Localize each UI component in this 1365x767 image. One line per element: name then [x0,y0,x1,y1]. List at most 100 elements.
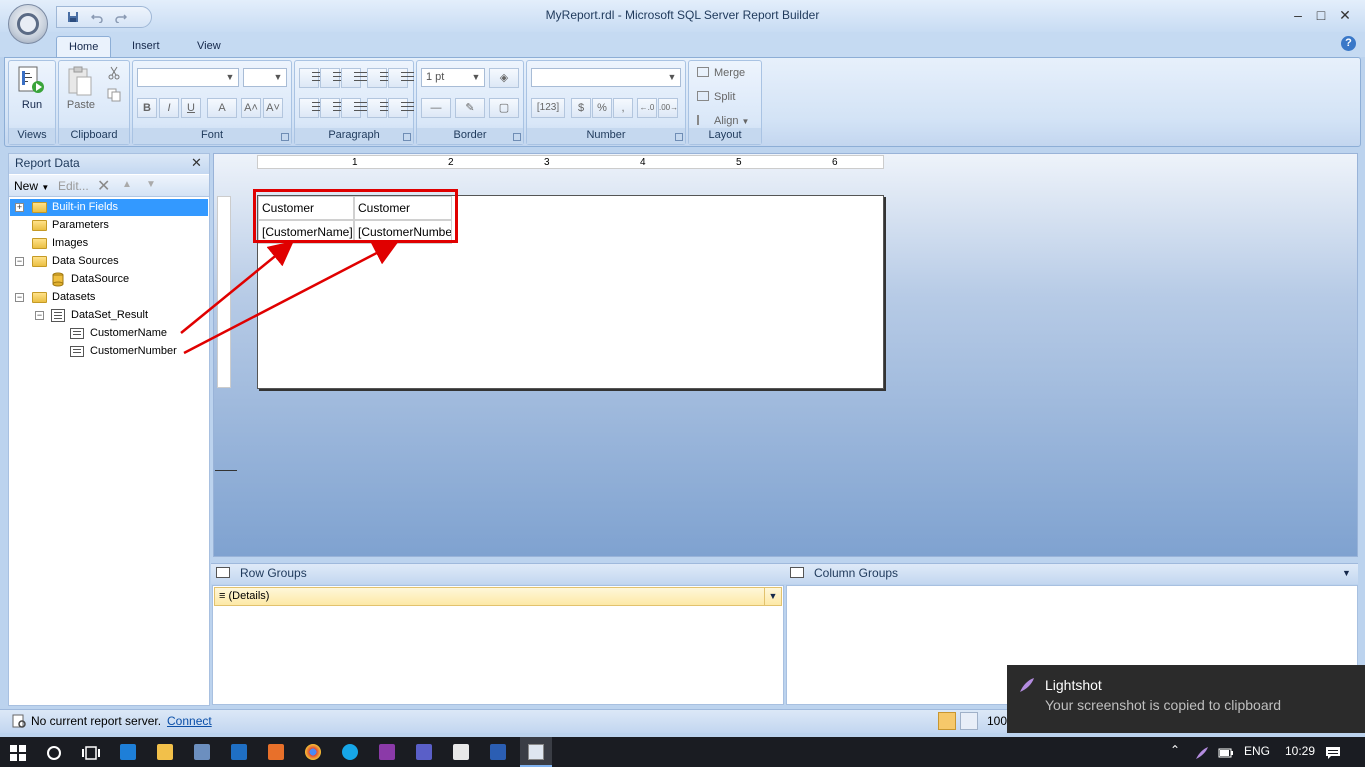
split-button[interactable]: Split [697,91,757,107]
row-groups-icon [216,567,230,578]
language-indicator[interactable]: ENG [1244,744,1270,758]
tree-item-datasource[interactable]: DataSource [10,271,208,288]
dialog-launcher-icon[interactable] [675,133,683,141]
grow-font-button[interactable]: A˄ [241,98,261,118]
clock[interactable]: 10:29 [1285,744,1315,758]
expand-icon[interactable]: + [15,203,24,212]
bullets-button[interactable] [367,98,393,118]
outlook-icon[interactable] [231,744,247,760]
chevron-down-icon: ▼ [741,117,750,126]
border-width-combo[interactable]: 1 pt ▼ [421,68,485,87]
task-view-icon[interactable] [82,745,100,761]
borders-button[interactable]: ▢ [489,98,519,118]
bold-button[interactable]: B [137,98,157,118]
currency-button[interactable]: $ [571,98,591,118]
paste-button[interactable]: Paste [59,99,103,111]
application-menu-button[interactable] [8,4,48,44]
tree-item-dataset-result[interactable]: − DataSet_Result [10,307,208,324]
chevron-down-icon[interactable]: ▼ [1342,568,1351,578]
font-color-button[interactable]: A [207,98,237,118]
move-down-icon[interactable]: ▼ [146,179,156,190]
number-format-combo[interactable]: ▼ [531,68,681,87]
visual-studio-icon[interactable] [268,744,284,760]
percent-button[interactable]: % [592,98,612,118]
skype-icon[interactable] [342,744,358,760]
dialog-launcher-icon[interactable] [281,133,289,141]
tab-view[interactable]: View [185,36,233,58]
maximize-button[interactable]: □ [1310,6,1332,26]
zoom-level[interactable]: 100 [987,714,1007,728]
minimize-button[interactable]: – [1287,6,1309,26]
border-color-button[interactable]: ✎ [455,98,485,118]
collapse-icon[interactable]: − [15,293,24,302]
teams-icon[interactable] [416,744,432,760]
align-left-button[interactable] [299,98,325,118]
tree-item-data-sources[interactable]: − Data Sources [10,253,208,270]
numbering-button[interactable] [388,98,414,118]
report-builder-taskbar-button[interactable] [520,737,552,767]
mail-icon[interactable] [453,744,469,760]
onenote-icon[interactable] [379,744,395,760]
move-up-icon[interactable]: ▲ [122,179,132,190]
tree-item-field-customer-name[interactable]: CustomerName [10,325,208,342]
comma-button[interactable]: , [613,98,633,118]
edit-button[interactable]: Edit... [58,179,89,193]
new-button[interactable]: New ▼ [14,179,49,193]
close-icon[interactable]: ✕ [191,155,202,171]
decrease-indent-button[interactable] [367,68,393,88]
tree-item-images[interactable]: Images [10,235,208,252]
search-icon[interactable] [46,745,62,761]
tab-insert[interactable]: Insert [120,36,172,58]
fill-color-button[interactable]: ◈ [489,68,519,88]
toast-title: Lightshot [1045,677,1102,693]
increase-decimal-button[interactable]: ←.0 [637,98,657,118]
remote-desktop-icon[interactable] [194,744,210,760]
feather-icon[interactable] [1194,745,1210,761]
chevron-up-icon[interactable]: ⌃ [1170,743,1180,757]
merge-button[interactable]: Merge [697,67,757,83]
lightshot-toast[interactable]: Lightshot Your screenshot is copied to c… [1007,665,1365,733]
collapse-icon[interactable]: − [15,257,24,266]
underline-button[interactable]: U [181,98,201,118]
cut-icon[interactable] [107,66,121,80]
font-name-combo[interactable]: ▼ [137,68,239,87]
delete-icon[interactable]: ✕ [97,176,110,196]
word-icon[interactable] [490,744,506,760]
placeholder-styles-button[interactable]: [123] [531,98,565,118]
help-icon[interactable]: ? [1341,36,1356,51]
shrink-font-button[interactable]: A˅ [263,98,283,118]
tree-item-builtin-fields[interactable]: + Built-in Fields [10,199,208,216]
chevron-down-icon[interactable]: ▼ [764,588,781,605]
group-font-label: Font [133,128,291,144]
align-middle-button[interactable] [320,68,346,88]
design-view-icon[interactable] [938,712,956,730]
connect-link[interactable]: Connect [167,714,212,728]
tree-item-field-customer-number[interactable]: CustomerNumber [10,343,208,360]
border-style-button[interactable]: — [421,98,451,118]
chrome-icon[interactable] [305,744,321,760]
align-right-button[interactable] [341,98,367,118]
details-group-item[interactable]: ≡ (Details) [214,587,782,606]
preview-view-icon[interactable] [960,712,978,730]
dialog-launcher-icon[interactable] [403,133,411,141]
align-top-button[interactable] [299,68,325,88]
italic-button[interactable]: I [159,98,179,118]
tree-item-parameters[interactable]: Parameters [10,217,208,234]
decrease-decimal-button[interactable]: .00→ [658,98,678,118]
windows-start-icon[interactable] [10,745,26,761]
dialog-launcher-icon[interactable] [513,133,521,141]
copy-icon[interactable] [107,88,121,102]
align-bottom-button[interactable] [341,68,367,88]
font-size-combo[interactable]: ▼ [243,68,287,87]
tab-home[interactable]: Home [56,36,112,58]
edge-icon[interactable] [120,744,136,760]
run-button[interactable]: Run [9,99,55,111]
tree-item-datasets[interactable]: − Datasets [10,289,208,306]
action-center-icon[interactable] [1325,745,1341,761]
increase-indent-button[interactable] [388,68,414,88]
collapse-icon[interactable]: − [35,311,44,320]
battery-icon[interactable] [1218,746,1234,760]
close-button[interactable]: ✕ [1334,6,1356,26]
align-center-button[interactable] [320,98,346,118]
file-explorer-icon[interactable] [157,744,173,760]
